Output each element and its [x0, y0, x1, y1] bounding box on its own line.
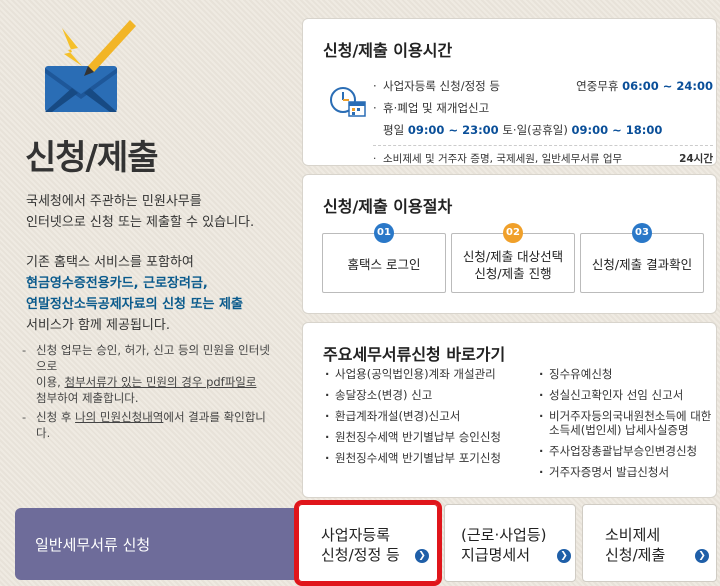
- step-label-line: 신청/제출 진행: [474, 266, 552, 281]
- step-label: 홈택스 로그인: [323, 256, 445, 273]
- hours-panel: 신청/제출 이용시간 · 사업자등록 신청/정정 등 연중무휴 06:00 ~ …: [302, 18, 717, 166]
- hours-prefix: 평일: [383, 123, 405, 137]
- bullet: ·: [373, 79, 377, 93]
- payment-statement-button[interactable]: (근로·사업등) 지급명세서 ❯: [444, 504, 576, 582]
- hours-label: 사업자등록 신청/정정 등: [383, 79, 500, 93]
- button-label: 소비제세 신청/제출: [605, 525, 665, 565]
- shortcuts-list-left: 사업용(공익법인용)계좌 개설관리 송달장소(변경) 신고 환급계좌개설(변경)…: [325, 367, 545, 472]
- procedure-title: 신청/제출 이용절차: [323, 197, 453, 216]
- button-label: (근로·사업등) 지급명세서: [461, 525, 546, 565]
- my-requests-link[interactable]: 나의 민원신청내역: [75, 410, 163, 424]
- general-tax-docs-tab[interactable]: 일반세무서류 신청: [15, 508, 295, 580]
- arrow-right-icon: ❯: [695, 549, 709, 563]
- hours-row: · 휴·폐업 및 재개업신고: [373, 99, 713, 117]
- hours-prefix: 연중무휴: [576, 79, 619, 93]
- hours-title: 신청/제출 이용시간: [323, 41, 453, 60]
- shortcut-link[interactable]: 거주자증명서 발급신청서: [539, 465, 714, 479]
- step-number: 02: [503, 223, 523, 243]
- left-intro: 신청/제출 국세청에서 주관하는 민원사무를 인터넷으로 신청 또는 제출할 수…: [0, 0, 290, 586]
- step-label-line: 신청/제출 대상선택: [462, 249, 564, 264]
- intro-description: 국세청에서 주관하는 민원사무를 인터넷으로 신청 또는 제출할 수 있습니다.: [26, 191, 281, 233]
- note-text: 이용,: [36, 375, 65, 389]
- button-label-line: 사업자등록: [321, 526, 391, 544]
- shortcut-link[interactable]: 징수유예신청: [539, 367, 714, 381]
- note-text: 첨부하여 제출합니다.: [36, 391, 139, 405]
- step-number: 01: [374, 223, 394, 243]
- note-item: 신청 업무는 승인, 허가, 신고 등의 민원을 인터넷으로 이용, 첨부서류가…: [22, 342, 277, 406]
- hours-prefix: 토·일(공휴일): [502, 123, 568, 137]
- shortcut-link[interactable]: 원천징수세액 반기별납부 승인신청: [325, 430, 545, 444]
- notes-list: 신청 업무는 승인, 허가, 신고 등의 민원을 인터넷으로 이용, 첨부서류가…: [22, 342, 277, 444]
- hours-time: 09:00 ~ 18:00: [571, 123, 663, 137]
- arrow-right-icon: ❯: [557, 549, 571, 563]
- hours-row: · 소비제세 및 거주자 증명, 국제세원, 일반세무서류 업무 24시간: [373, 150, 713, 168]
- step-number: 03: [632, 223, 652, 243]
- hours-time: 09:00 ~ 23:00: [407, 123, 499, 137]
- button-label-line: 신청/제출: [605, 546, 666, 564]
- step-result[interactable]: 03 신청/제출 결과확인: [580, 223, 704, 293]
- procedure-panel: 신청/제출 이용절차 01 홈택스 로그인 02 신청/제출 대상선택 신청/제…: [302, 174, 717, 314]
- service-line: 기존 홈택스 서비스를 포함하여: [26, 255, 194, 270]
- note-item: 신청 후 나의 민원신청내역에서 결과를 확인합니다.: [22, 409, 277, 441]
- bullet: ·: [373, 101, 377, 115]
- shortcuts-title: 주요세무서류신청 바로가기: [323, 345, 506, 364]
- shortcut-link[interactable]: 성실신고확인자 선임 신고서: [539, 388, 714, 402]
- button-label-line: 지급명세서: [461, 546, 531, 564]
- service-line: 서비스가 함께 제공됩니다.: [26, 318, 170, 333]
- divider: [373, 145, 713, 146]
- intro-line: 국세청에서 주관하는 민원사무를: [26, 194, 202, 209]
- button-label-line: 소비제세: [605, 526, 661, 544]
- shortcut-link[interactable]: 송달장소(변경) 신고: [325, 388, 545, 402]
- envelope-pencil-icon: [42, 18, 137, 118]
- shortcuts-list-right: 징수유예신청 성실신고확인자 선임 신고서 비거주자등의국내원천소득에 대한 소…: [539, 367, 714, 486]
- shortcut-link[interactable]: 비거주자등의국내원천소득에 대한 소득세(법인세) 납세사실증명: [539, 409, 714, 437]
- step-label: 신청/제출 대상선택 신청/제출 진행: [452, 248, 574, 282]
- hours-row: · 사업자등록 신청/정정 등 연중무휴 06:00 ~ 24:00: [373, 77, 713, 95]
- hours-time: 24시간: [679, 153, 713, 165]
- shortcut-link[interactable]: 원천징수세액 반기별납부 포기신청: [325, 451, 545, 465]
- step-label-line: 홈택스 로그인: [347, 257, 421, 272]
- button-label-line: 신청/정정 등: [321, 546, 400, 564]
- bullet: ·: [373, 153, 377, 165]
- arrow-right-icon: ❯: [415, 549, 429, 563]
- service-highlight: 현금영수증전용카드, 근로장려금,: [26, 276, 208, 291]
- button-label: 사업자등록 신청/정정 등: [321, 525, 400, 565]
- hours-list: · 사업자등록 신청/정정 등 연중무휴 06:00 ~ 24:00 · 휴·폐…: [373, 77, 713, 168]
- service-description: 기존 홈택스 서비스를 포함하여 현금영수증전용카드, 근로장려금, 연말정산소…: [26, 252, 281, 336]
- note-underline: 첨부서류가 있는 민원의 경우 pdf파일로: [64, 375, 257, 389]
- consumption-tax-button[interactable]: 소비제세 신청/제출 ❯: [582, 504, 717, 582]
- shortcut-link[interactable]: 환급계좌개설(변경)신고서: [325, 409, 545, 423]
- hours-value: 연중무휴 06:00 ~ 24:00: [576, 77, 713, 95]
- hours-label: 소비제세 및 거주자 증명, 국제세원, 일반세무서류 업무: [383, 153, 623, 165]
- note-text: 신청 후: [36, 410, 76, 424]
- step-login[interactable]: 01 홈택스 로그인: [322, 223, 446, 293]
- shortcuts-panel: 주요세무서류신청 바로가기 사업용(공익법인용)계좌 개설관리 송달장소(변경)…: [302, 322, 717, 498]
- hours-label: 휴·폐업 및 재개업신고: [383, 101, 490, 115]
- page-title: 신청/제출: [25, 138, 159, 178]
- hours-value: 평일 09:00 ~ 23:00 토·일(공휴일) 09:00 ~ 18:00: [383, 121, 662, 139]
- shortcut-link[interactable]: 사업용(공익법인용)계좌 개설관리: [325, 367, 545, 381]
- step-label-line: 신청/제출 결과확인: [591, 257, 693, 272]
- shortcut-link[interactable]: 주사업장총괄납부승인변경신청: [539, 444, 714, 458]
- clock-calendar-icon: [329, 85, 367, 119]
- hours-time: 06:00 ~ 24:00: [622, 79, 713, 93]
- button-label-line: (근로·사업등): [461, 526, 547, 544]
- hours-row: 평일 09:00 ~ 23:00 토·일(공휴일) 09:00 ~ 18:00: [373, 121, 713, 139]
- service-highlight: 연말정산소득공제자료의 신청 또는 제출: [26, 297, 243, 312]
- note-text: 신청 업무는 승인, 허가, 신고 등의 민원을 인터넷으로: [36, 343, 270, 373]
- business-registration-button[interactable]: 사업자등록 신청/정정 등 ❯: [294, 500, 442, 586]
- step-label: 신청/제출 결과확인: [581, 256, 703, 273]
- intro-line: 인터넷으로 신청 또는 제출할 수 있습니다.: [26, 215, 255, 230]
- step-select[interactable]: 02 신청/제출 대상선택 신청/제출 진행: [451, 223, 575, 293]
